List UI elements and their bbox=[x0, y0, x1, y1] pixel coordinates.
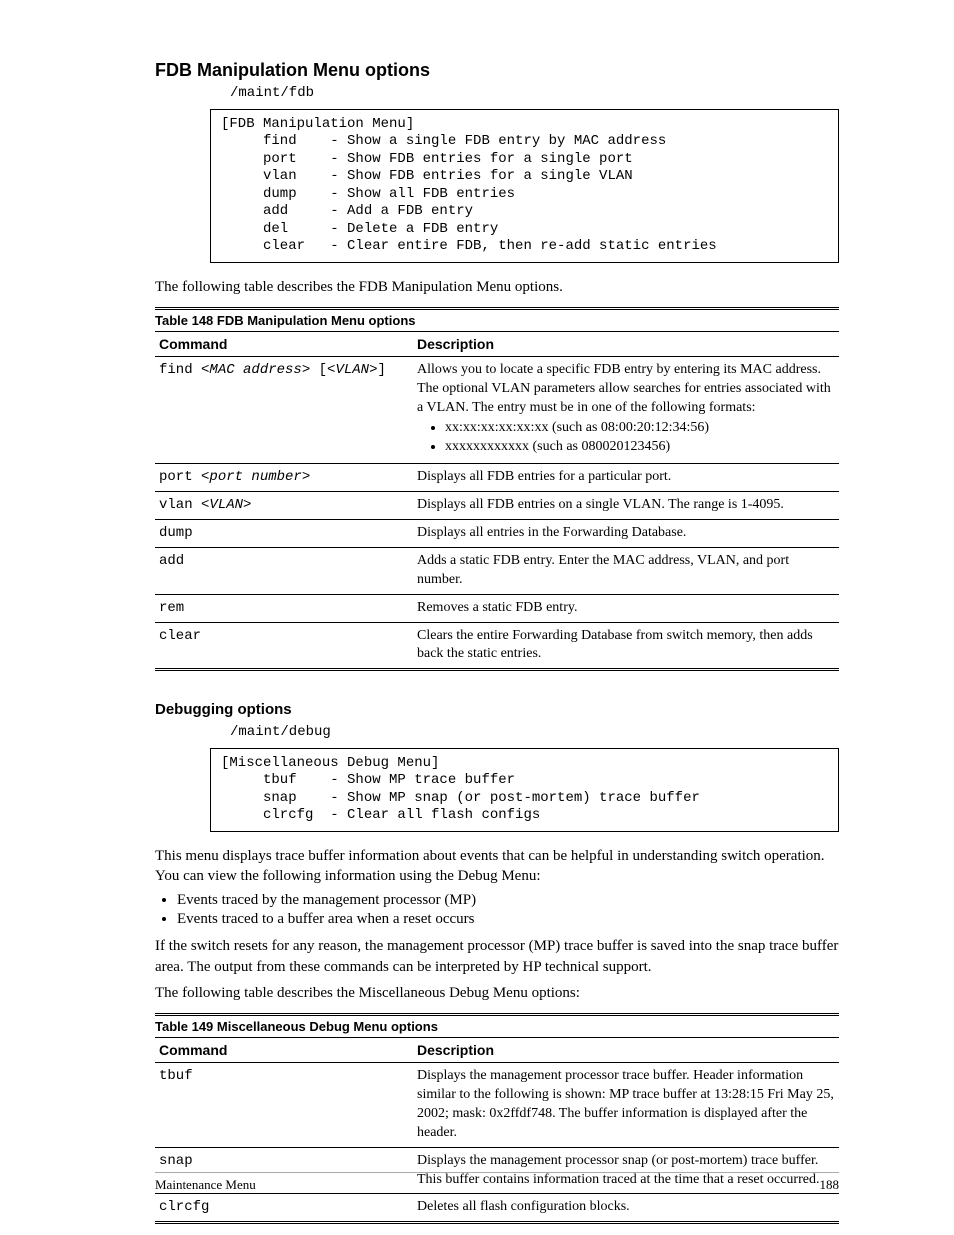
bullet-mac-fmt2: xxxxxxxxxxxx (such as 080020123456) bbox=[445, 438, 835, 457]
cmd-add: add bbox=[155, 547, 413, 594]
cmd-port: port <port number> bbox=[159, 469, 310, 485]
code-path-fdb: /maint/fdb bbox=[230, 85, 839, 103]
cmd-dump: dump bbox=[155, 519, 413, 547]
section-heading-fdb: FDB Manipulation Menu options bbox=[155, 60, 839, 81]
col-header-command: Command bbox=[155, 331, 413, 356]
debug-para1: This menu displays trace buffer informat… bbox=[155, 846, 839, 887]
col-header-description-2: Description bbox=[413, 1038, 839, 1063]
page-footer: Maintenance Menu 188 bbox=[0, 1172, 954, 1193]
desc-tbuf: Displays the management processor trace … bbox=[413, 1063, 839, 1148]
table-row: dump Displays all entries in the Forward… bbox=[155, 519, 839, 547]
desc-find: Allows you to locate a specific FDB entr… bbox=[417, 362, 831, 415]
cmd-vlan: vlan <VLAN> bbox=[159, 497, 251, 513]
table-title-debug: Table 149 Miscellaneous Debug Menu optio… bbox=[155, 1016, 839, 1037]
cmd-clrcfg: clrcfg bbox=[155, 1194, 413, 1221]
table-row: port <port number> Displays all FDB entr… bbox=[155, 464, 839, 492]
code-block-fdb: [FDB Manipulation Menu] find - Show a si… bbox=[210, 109, 839, 263]
bullet-mac-fmt1: xx:xx:xx:xx:xx:xx (such as 08:00:20:12:3… bbox=[445, 419, 835, 438]
intro-text-fdb: The following table describes the FDB Ma… bbox=[155, 277, 839, 297]
desc-vlan: Displays all FDB entries on a single VLA… bbox=[413, 492, 839, 520]
intro-text-debug: The following table describes the Miscel… bbox=[155, 983, 839, 1003]
desc-clrcfg: Deletes all flash configuration blocks. bbox=[413, 1194, 839, 1221]
code-block-debug: [Miscellaneous Debug Menu] tbuf - Show M… bbox=[210, 748, 839, 832]
debug-bullet-1: Events traced by the management processo… bbox=[177, 892, 839, 909]
desc-rem: Removes a static FDB entry. bbox=[413, 594, 839, 622]
section-heading-debug: Debugging options bbox=[155, 701, 839, 718]
table-row: clrcfg Deletes all flash configuration b… bbox=[155, 1194, 839, 1221]
table-row: add Adds a static FDB entry. Enter the M… bbox=[155, 547, 839, 594]
table-row: rem Removes a static FDB entry. bbox=[155, 594, 839, 622]
cmd-clear: clear bbox=[155, 622, 413, 668]
cmd-rem: rem bbox=[155, 594, 413, 622]
cmd-find: find <MAC address> [<VLAN>] bbox=[159, 362, 386, 378]
table-row: clear Clears the entire Forwarding Datab… bbox=[155, 622, 839, 668]
footer-left: Maintenance Menu bbox=[155, 1177, 256, 1193]
desc-dump: Displays all entries in the Forwarding D… bbox=[413, 519, 839, 547]
footer-page-number: 188 bbox=[820, 1177, 840, 1193]
table-row: find <MAC address> [<VLAN>] Allows you t… bbox=[155, 356, 839, 463]
desc-add: Adds a static FDB entry. Enter the MAC a… bbox=[413, 547, 839, 594]
col-header-description: Description bbox=[413, 331, 839, 356]
debug-para2: If the switch resets for any reason, the… bbox=[155, 936, 839, 977]
table-row: tbuf Displays the management processor t… bbox=[155, 1063, 839, 1148]
table-row: vlan <VLAN> Displays all FDB entries on … bbox=[155, 492, 839, 520]
cmd-tbuf: tbuf bbox=[155, 1063, 413, 1148]
desc-clear: Clears the entire Forwarding Database fr… bbox=[413, 622, 839, 668]
col-header-command-2: Command bbox=[155, 1038, 413, 1063]
table-fdb: Table 148 FDB Manipulation Menu options … bbox=[155, 307, 839, 672]
debug-bullet-2: Events traced to a buffer area when a re… bbox=[177, 911, 839, 928]
desc-port: Displays all FDB entries for a particula… bbox=[413, 464, 839, 492]
table-title-fdb: Table 148 FDB Manipulation Menu options bbox=[155, 310, 839, 331]
code-path-debug: /maint/debug bbox=[230, 724, 839, 742]
